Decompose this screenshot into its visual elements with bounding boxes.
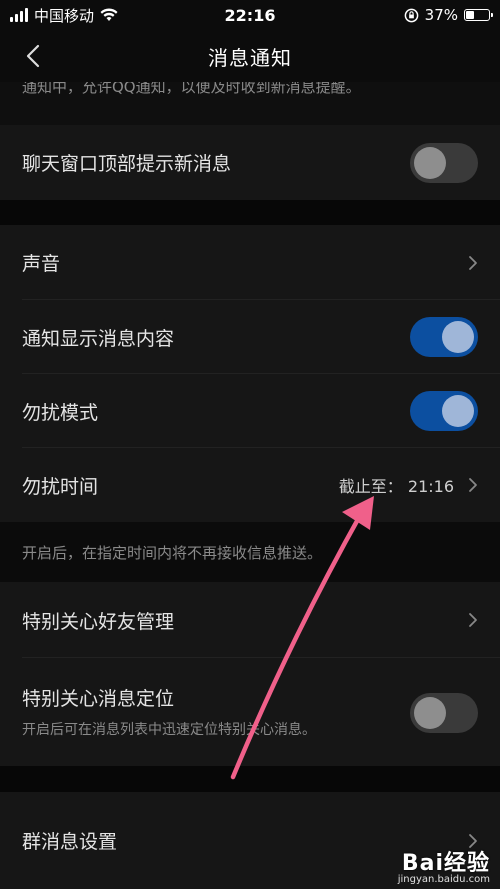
dnd-mode-toggle[interactable] (410, 391, 478, 431)
wifi-icon (100, 8, 118, 21)
status-bar: 中国移动 22:16 37% (0, 0, 500, 30)
special-locate-label: 特别关心消息定位 (22, 687, 175, 710)
page-title: 消息通知 (208, 45, 292, 70)
dnd-time-value: 截止至： 21:16 (338, 477, 454, 496)
special-friends-row[interactable]: 特别关心好友管理 (0, 582, 500, 658)
special-friends-label: 特别关心好友管理 (22, 610, 175, 633)
show-content-row: 通知显示消息内容 (0, 300, 500, 374)
dnd-time-row[interactable]: 勿扰时间 截止至： 21:16 (0, 448, 500, 522)
toggle-knob (442, 395, 474, 427)
section-gap (0, 200, 500, 225)
status-left: 中国移动 (10, 5, 118, 26)
chevron-right-icon (469, 613, 477, 627)
watermark-url: jingyan.baidu.com (397, 874, 490, 885)
signal-icon (10, 8, 28, 22)
special-locate-row: 特别关心消息定位 开启后可在消息列表中迅速定位特别关心消息。 (0, 658, 500, 766)
nav-bar: 消息通知 (0, 30, 500, 82)
dnd-note: 开启后，在指定时间内将不再接收信息推送。 (0, 522, 500, 582)
battery-level (466, 11, 475, 19)
sound-row[interactable]: 声音 (0, 225, 500, 300)
chat-top-notify-toggle[interactable] (410, 142, 478, 183)
toggle-knob (414, 697, 446, 729)
sound-label: 声音 (22, 253, 61, 275)
show-content-label: 通知显示消息内容 (22, 327, 175, 350)
section-gap (0, 766, 500, 792)
chevron-left-icon (26, 44, 40, 68)
baidu-watermark: Bai经验 jingyan.baidu.com (398, 845, 490, 885)
orientation-lock-icon (404, 8, 418, 22)
chevron-right-icon (469, 478, 477, 492)
dnd-mode-label: 勿扰模式 (22, 401, 99, 424)
dnd-time-label: 勿扰时间 (22, 475, 99, 498)
chat-top-notify-label: 聊天窗口顶部提示新消息 (22, 153, 232, 175)
status-right: 37% (404, 6, 493, 24)
chat-top-notify-row: 聊天窗口顶部提示新消息 (0, 125, 500, 200)
battery-percent: 37% (424, 6, 458, 24)
carrier-name: 中国移动 (34, 6, 95, 25)
chevron-right-icon (469, 255, 477, 270)
toggle-knob (442, 321, 474, 353)
dnd-note-text: 开启后，在指定时间内将不再接收信息推送。 (22, 543, 323, 562)
special-locate-toggle[interactable] (410, 693, 478, 733)
watermark-logo: Bai经验 (401, 851, 490, 876)
back-button[interactable] (18, 40, 48, 72)
top-description: 通知中，允许QQ通知，以便及时收到新消息提醒。 (0, 82, 500, 125)
toggle-knob (414, 146, 446, 179)
top-description-text: 通知中，允许QQ通知，以便及时收到新消息提醒。 (22, 82, 361, 96)
special-locate-sub: 开启后可在消息列表中迅速定位特别关心消息。 (22, 721, 316, 738)
dnd-mode-row: 勿扰模式 (0, 374, 500, 448)
battery-icon (464, 9, 493, 21)
show-content-toggle[interactable] (410, 317, 478, 357)
